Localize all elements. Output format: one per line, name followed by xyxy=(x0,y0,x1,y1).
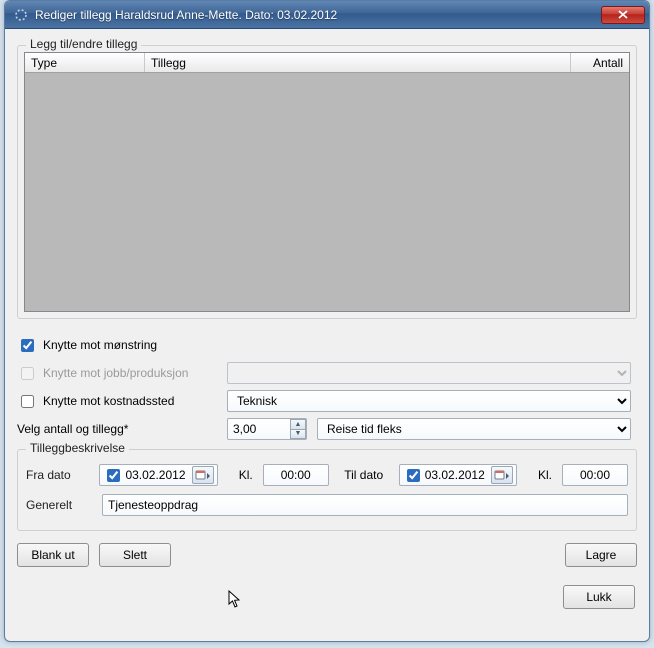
kostnad-select[interactable]: Teknisk xyxy=(227,390,631,412)
amount-spin[interactable]: ▲ ▼ xyxy=(290,419,306,439)
generelt-input[interactable] xyxy=(102,494,628,516)
til-dato-checkbox[interactable] xyxy=(407,469,420,482)
titlebar: Rediger tillegg Haraldsrud Anne-Mette. D… xyxy=(5,1,649,29)
row-kostnad: Knytte mot kostnadssted Teknisk xyxy=(17,387,637,415)
fra-dato-value[interactable]: 03.02.2012 xyxy=(123,468,187,482)
kl-label-1: Kl. xyxy=(234,468,253,482)
calendar-icon xyxy=(494,469,510,481)
jobb-label: Knytte mot jobb/produksjon xyxy=(43,366,188,380)
calendar-icon xyxy=(195,469,211,481)
fra-dato-picker[interactable]: 03.02.2012 xyxy=(99,464,217,486)
fra-dato-calendar-button[interactable] xyxy=(192,466,214,484)
window-title: Rediger tillegg Haraldsrud Anne-Mette. D… xyxy=(35,8,601,22)
tillegg-group-legend: Legg til/endre tillegg xyxy=(26,37,141,51)
tillegg-grid[interactable]: Type Tillegg Antall xyxy=(24,52,630,312)
generelt-label: Generelt xyxy=(26,498,92,512)
til-time-input[interactable] xyxy=(562,464,628,486)
monstrering-checkbox[interactable] xyxy=(21,339,34,352)
desc-row-dates: Fra dato 03.02.2012 Kl. xyxy=(26,460,628,490)
desc-legend: Tilleggbeskrivelse xyxy=(26,441,129,455)
lagre-button[interactable]: Lagre xyxy=(565,543,637,567)
tillegg-type-select[interactable]: Reise tid fleks xyxy=(317,418,631,440)
button-bar-1: Blank ut Slett Lagre xyxy=(17,543,637,567)
blank-button[interactable]: Blank ut xyxy=(17,543,89,567)
tillegg-group: Legg til/endre tillegg Type Tillegg Anta… xyxy=(17,45,637,319)
grid-body xyxy=(25,73,629,311)
amount-stepper[interactable]: ▲ ▼ xyxy=(227,418,307,440)
fra-time-input[interactable] xyxy=(263,464,329,486)
velg-label: Velg antall og tillegg* xyxy=(17,422,128,436)
desc-row-generelt: Generelt xyxy=(26,490,628,520)
close-button[interactable] xyxy=(601,6,645,24)
jobb-checkbox xyxy=(21,367,34,380)
kostnad-label: Knytte mot kostnadssted xyxy=(43,394,174,408)
row-monstrering: Knytte mot mønstring xyxy=(17,331,637,359)
window: Rediger tillegg Haraldsrud Anne-Mette. D… xyxy=(4,0,650,642)
til-dato-picker[interactable]: 03.02.2012 xyxy=(399,464,517,486)
slett-button[interactable]: Slett xyxy=(99,543,171,567)
kostnad-checkbox[interactable] xyxy=(21,395,34,408)
desc-group: Tilleggbeskrivelse Fra dato 03.02.2012 xyxy=(17,449,637,531)
til-dato-label: Til dato xyxy=(339,468,389,482)
spin-up-icon[interactable]: ▲ xyxy=(290,419,306,429)
app-icon xyxy=(13,7,29,23)
form-area: Knytte mot mønstring Knytte mot jobb/pro… xyxy=(17,331,637,609)
spin-down-icon[interactable]: ▼ xyxy=(290,429,306,440)
lukk-button[interactable]: Lukk xyxy=(563,585,635,609)
close-icon xyxy=(618,10,628,19)
row-jobb: Knytte mot jobb/produksjon xyxy=(17,359,637,387)
row-velg: Velg antall og tillegg* ▲ ▼ Reise tid fl… xyxy=(17,415,637,443)
til-dato-value[interactable]: 03.02.2012 xyxy=(423,468,487,482)
col-tillegg[interactable]: Tillegg xyxy=(145,53,571,72)
col-antall[interactable]: Antall xyxy=(571,53,629,72)
button-bar-2: Lukk xyxy=(17,585,635,609)
col-type[interactable]: Type xyxy=(25,53,145,72)
kl-label-2: Kl. xyxy=(533,468,552,482)
jobb-select xyxy=(227,362,631,384)
monstrering-label: Knytte mot mønstring xyxy=(43,338,157,352)
til-dato-calendar-button[interactable] xyxy=(491,466,513,484)
fra-dato-label: Fra dato xyxy=(26,468,89,482)
grid-header: Type Tillegg Antall xyxy=(25,53,629,73)
window-body: Legg til/endre tillegg Type Tillegg Anta… xyxy=(5,29,649,641)
fra-dato-checkbox[interactable] xyxy=(107,469,120,482)
